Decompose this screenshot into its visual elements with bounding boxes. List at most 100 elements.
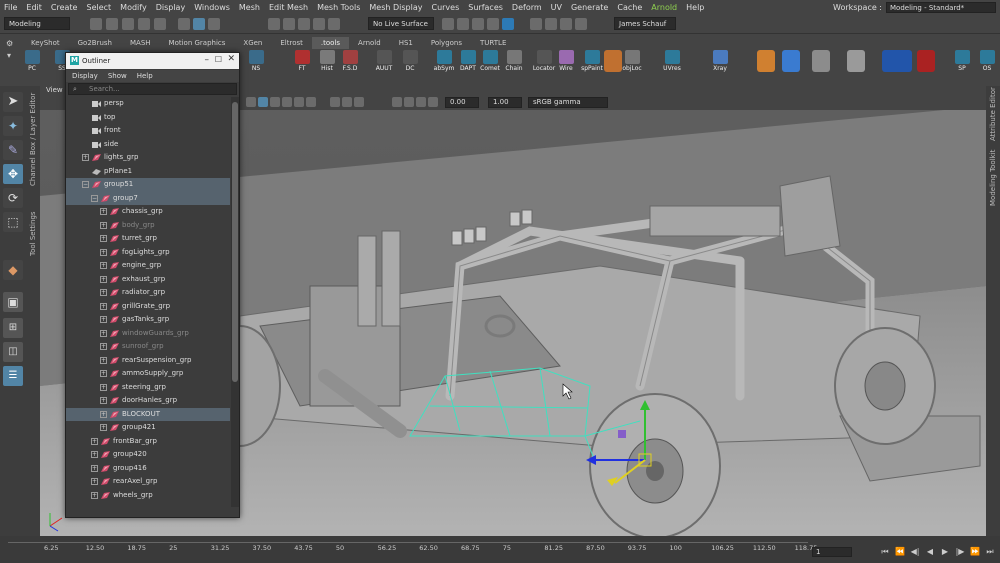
outliner-item[interactable]: + turret_grp [66, 232, 230, 246]
outliner-search-input[interactable]: ⌕ Search... [68, 83, 237, 95]
shelf-button-hist[interactable]: Hist [317, 49, 337, 75]
maximize-icon[interactable]: ☐ [215, 55, 222, 64]
new-scene-icon[interactable] [90, 18, 102, 30]
menu-set-dropdown[interactable]: Modeling [4, 17, 70, 30]
outliner-item[interactable]: + frontBar_grp [66, 435, 230, 449]
play-forwards-icon[interactable]: ▶ [940, 547, 950, 557]
outliner-item[interactable]: + engine_grp [66, 259, 230, 273]
user-account-dropdown[interactable]: James Schauf [614, 17, 676, 30]
menu-arnold[interactable]: Arnold [651, 3, 677, 12]
soft-select-icon[interactable]: ◆ [3, 260, 23, 280]
outliner-item[interactable]: persp [66, 97, 230, 111]
go-to-end-icon[interactable]: ⏭ [985, 547, 995, 557]
outliner-item[interactable]: + exhaust_grp [66, 273, 230, 287]
outliner-item[interactable]: + grillGrate_grp [66, 300, 230, 314]
go-to-start-icon[interactable]: ⏮ [880, 547, 890, 557]
outliner-item[interactable]: + steering_grp [66, 381, 230, 395]
shelf-tab-hs1[interactable]: HS1 [390, 37, 422, 49]
modeling-toolkit-tab[interactable]: Modeling Toolkit [989, 150, 997, 206]
menu-help[interactable]: Help [686, 3, 704, 12]
expand-icon[interactable]: + [100, 316, 107, 323]
toggle-attribute-editor-icon[interactable] [545, 18, 557, 30]
menu-create[interactable]: Create [51, 3, 78, 12]
resolution-gate-icon[interactable] [416, 97, 426, 107]
expand-icon[interactable]: + [91, 464, 98, 472]
shelf-button-ft[interactable]: FT [292, 49, 312, 75]
xray-joints-icon[interactable] [354, 97, 364, 107]
outliner-item[interactable]: + lights_grp [66, 151, 230, 165]
minimize-icon[interactable]: – [205, 55, 210, 65]
outliner-menu-show[interactable]: Show [108, 70, 127, 82]
shelf-button-uvres[interactable]: UVres [662, 49, 682, 75]
expand-icon[interactable]: + [100, 275, 107, 283]
redo-icon[interactable] [154, 18, 166, 30]
expand-icon[interactable]: + [100, 383, 107, 391]
outliner-item[interactable]: + group421 [66, 421, 230, 435]
shelf-extra-tool-icon[interactable] [757, 50, 775, 72]
shelf-tab-eltrost[interactable]: Eltrost [271, 37, 312, 49]
workspace-dropdown[interactable]: Modeling - Standard* [886, 2, 996, 13]
outliner-item[interactable]: + ammoSupply_grp [66, 367, 230, 381]
step-back-frame-icon[interactable]: ◀| [910, 547, 920, 557]
shelf-button-os[interactable]: OS [977, 49, 997, 75]
menu-modify[interactable]: Modify [120, 3, 147, 12]
hypershade-icon[interactable] [487, 18, 499, 30]
expand-icon[interactable]: + [100, 356, 107, 364]
grid-icon[interactable] [392, 97, 402, 107]
outliner-item[interactable]: + windowGuards_grp [66, 327, 230, 341]
menu-edit-mesh[interactable]: Edit Mesh [269, 3, 308, 12]
outliner-item[interactable]: + fogLights_grp [66, 246, 230, 260]
outliner-item[interactable]: side [66, 138, 230, 152]
snap-grid-icon[interactable] [268, 18, 280, 30]
isolate-select-icon[interactable] [330, 97, 340, 107]
menu-windows[interactable]: Windows [194, 3, 230, 12]
shelf-extra-tool-icon[interactable] [847, 50, 865, 72]
toggle-channel-box-icon[interactable] [575, 18, 587, 30]
shelf-extra-tool-icon[interactable] [812, 50, 830, 72]
outliner-menu-display[interactable]: Display [72, 70, 98, 82]
outliner-item[interactable]: + sunroof_grp [66, 340, 230, 354]
outliner-item[interactable]: + chassis_grp [66, 205, 230, 219]
current-frame-field[interactable]: 1 [812, 547, 852, 557]
expand-icon[interactable]: + [100, 343, 107, 350]
save-scene-icon[interactable] [122, 18, 134, 30]
shelf-button-wire[interactable]: Wire [556, 49, 576, 75]
shelf-tab-tools[interactable]: .tools [311, 37, 350, 49]
expand-icon[interactable]: + [100, 370, 107, 377]
expand-icon[interactable]: + [100, 208, 107, 215]
expand-icon[interactable]: + [100, 289, 107, 296]
shelf-tab-motiongraphics[interactable]: Motion Graphics [160, 37, 235, 49]
color-space-dropdown[interactable]: sRGB gamma [528, 97, 608, 108]
outliner-item[interactable]: + BLOCKOUT [66, 407, 230, 421]
render-settings-icon[interactable] [472, 18, 484, 30]
outliner-item[interactable]: + rearAxel_grp [66, 475, 230, 489]
menu-uv[interactable]: UV [551, 3, 562, 12]
viewport-view-menu[interactable]: View [46, 86, 63, 94]
shelf-button-dapt[interactable]: DAPT [458, 49, 478, 75]
four-view-layout-icon[interactable]: ⊞ [3, 318, 23, 338]
collapse-icon[interactable]: − [82, 181, 89, 188]
expand-icon[interactable]: + [100, 248, 107, 256]
expand-icon[interactable]: + [91, 451, 98, 458]
snap-view-icon[interactable] [313, 18, 325, 30]
outliner-item[interactable]: − group7 [66, 191, 230, 205]
arnold-render-icon[interactable] [502, 18, 514, 30]
shelf-button-sppaint[interactable]: spPaint [581, 49, 603, 75]
exposure-field[interactable]: 0.00 [445, 97, 479, 108]
select-hierarchy-icon[interactable] [178, 18, 190, 30]
shelf-tab-arnold[interactable]: Arnold [349, 37, 390, 49]
attribute-editor-tab[interactable]: Attribute Editor [989, 87, 997, 141]
shelf-button-locator[interactable]: Locator [533, 49, 555, 75]
shelf-tab-keyshot[interactable]: KeyShot [22, 37, 69, 49]
ipr-render-icon[interactable] [457, 18, 469, 30]
expand-icon[interactable]: + [100, 329, 107, 337]
menu-curves[interactable]: Curves [431, 3, 459, 12]
outliner-item[interactable]: + gasTanks_grp [66, 313, 230, 327]
close-icon[interactable]: ✕ [227, 54, 235, 64]
outliner-layout-icon[interactable]: ☰ [3, 366, 23, 386]
front-wheel[interactable] [589, 393, 721, 536]
shelf-extra-tool-icon[interactable] [917, 50, 935, 72]
menu-generate[interactable]: Generate [571, 3, 608, 12]
shelf-button-objloc[interactable]: objLoc [622, 49, 642, 75]
render-icon[interactable] [442, 18, 454, 30]
